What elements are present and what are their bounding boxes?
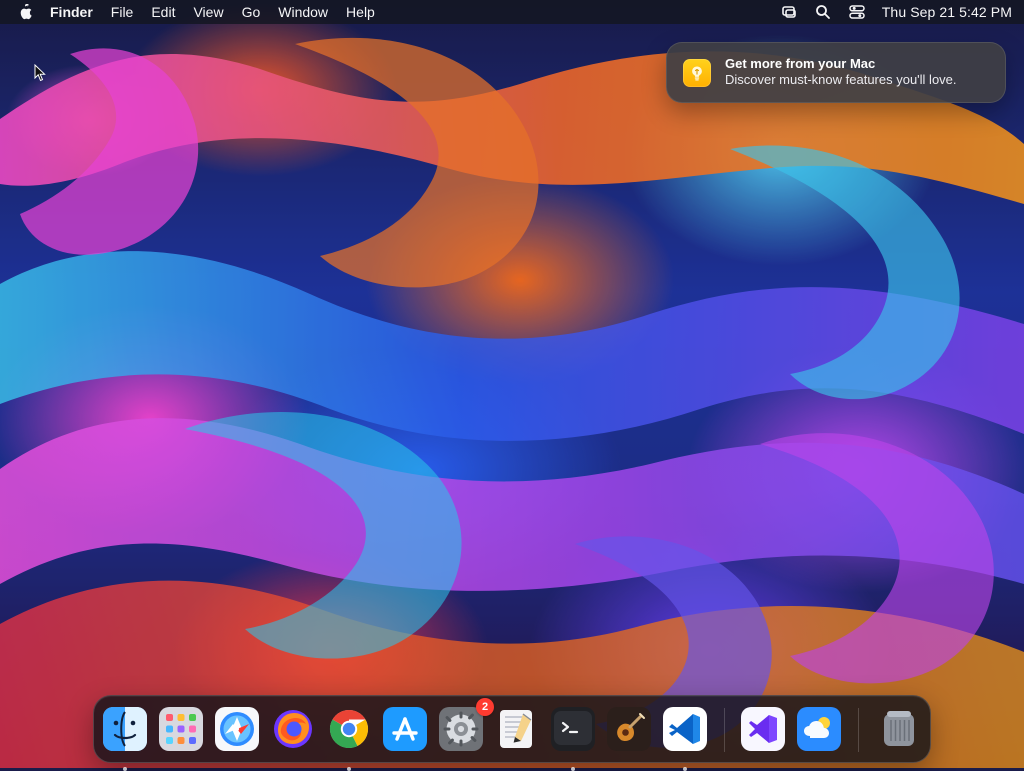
launchpad-dock-item[interactable]: [158, 706, 204, 752]
go-menu[interactable]: Go: [242, 4, 261, 20]
trash-icon: [884, 711, 914, 746]
weather-icon: [797, 707, 841, 751]
search-icon[interactable]: [814, 3, 832, 21]
mouse-cursor: [34, 63, 46, 82]
file-menu[interactable]: File: [111, 4, 134, 20]
clock[interactable]: Thu Sep 21 5:42 PM: [882, 4, 1012, 20]
textedit-icon: [500, 710, 532, 748]
dock-separator-left: [724, 708, 725, 752]
app-store-dock-item[interactable]: [382, 706, 428, 752]
vscode-icon: [663, 707, 707, 751]
menu-bar-left: Finder File Edit View Go Window Help: [18, 4, 375, 20]
finder-icon: [103, 707, 147, 751]
apple-logo-icon[interactable]: [18, 4, 32, 20]
app-store-icon: [383, 707, 427, 751]
view-menu[interactable]: View: [193, 4, 223, 20]
help-menu[interactable]: Help: [346, 4, 375, 20]
safari-dock-item[interactable]: [214, 706, 260, 752]
safari-icon: [215, 707, 259, 751]
launchpad-icon: [159, 707, 203, 751]
chrome-dock-item[interactable]: [326, 706, 372, 771]
edit-menu[interactable]: Edit: [151, 4, 175, 20]
dock-separator-right: [858, 708, 859, 752]
control-center-icon[interactable]: [848, 3, 866, 21]
firefox-icon: [274, 710, 312, 748]
dock: 2: [93, 695, 931, 771]
terminal-icon: [551, 707, 595, 751]
chrome-icon: [329, 709, 369, 749]
finder-menu[interactable]: Finder: [50, 4, 93, 20]
vscode-dock-item[interactable]: [662, 706, 708, 771]
notification-body: Discover must-know features you'll love.: [725, 72, 957, 87]
textedit-dock-item[interactable]: [494, 706, 540, 752]
finder-dock-item[interactable]: [102, 706, 148, 771]
visual-studio-icon: [741, 707, 785, 751]
firefox-dock-item[interactable]: [270, 706, 316, 752]
system-settings-badge: 2: [476, 698, 494, 716]
notification-banner[interactable]: Get more from your Mac Discover must-kno…: [666, 42, 1006, 103]
tips-lightbulb-icon: [683, 59, 711, 87]
trash-dock-item[interactable]: [876, 706, 922, 752]
system-settings-dock-item[interactable]: 2: [438, 698, 494, 752]
visual-studio-dock-item[interactable]: [740, 706, 786, 752]
weather-dock-item[interactable]: [796, 706, 842, 752]
gear-icon: [439, 707, 483, 751]
notification-text: Get more from your Mac Discover must-kno…: [725, 56, 993, 88]
menu-bar-right: Thu Sep 21 5:42 PM: [780, 3, 1012, 21]
menu-bar: Finder File Edit View Go Window Help Thu…: [0, 0, 1024, 24]
desktop-wallpaper: [0, 24, 1024, 768]
garageband-dock-item[interactable]: [606, 706, 652, 752]
notification-title: Get more from your Mac: [725, 56, 876, 71]
screen-mirroring-icon[interactable]: [780, 3, 798, 21]
terminal-dock-item[interactable]: [550, 706, 596, 771]
window-menu[interactable]: Window: [278, 4, 328, 20]
wallpaper-art: [0, 24, 1024, 768]
guitar-icon: [607, 707, 651, 751]
